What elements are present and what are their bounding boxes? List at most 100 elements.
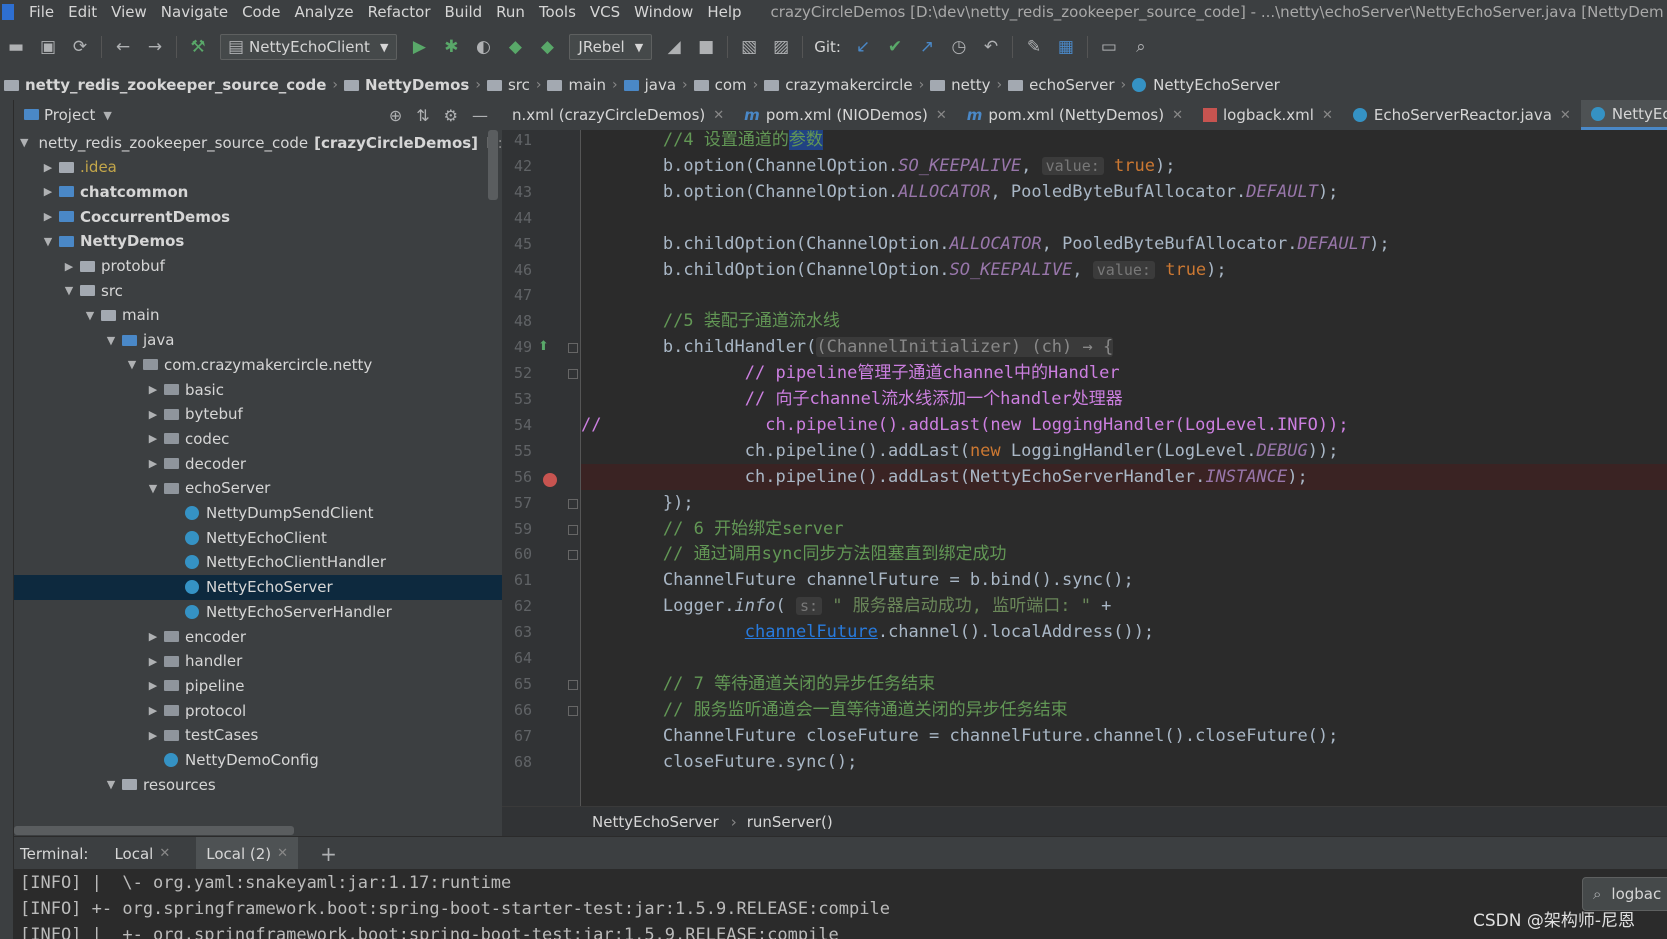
- tree-item[interactable]: ▼ resources: [14, 772, 502, 797]
- chevron-down-icon[interactable]: ▼: [83, 309, 97, 322]
- menu-view[interactable]: View: [104, 3, 154, 21]
- chevron-down-icon[interactable]: ▼: [41, 235, 55, 248]
- project-panel-title[interactable]: Project: [44, 106, 95, 124]
- close-icon[interactable]: ✕: [1560, 108, 1571, 123]
- code-line[interactable]: channelFuture.channel().localAddress());: [581, 619, 1667, 645]
- breadcrumb-item[interactable]: crazymakercircle: [760, 76, 916, 94]
- code-line[interactable]: [581, 645, 1667, 671]
- back-arrow-icon[interactable]: ←: [112, 36, 134, 58]
- forward-arrow-icon[interactable]: →: [144, 36, 166, 58]
- profiler-icon[interactable]: ▨: [770, 36, 792, 58]
- tree-horizontal-scrollbar[interactable]: [14, 826, 294, 835]
- editor-tab[interactable]: EchoServerReactor.java ✕: [1343, 100, 1581, 130]
- menu-code[interactable]: Code: [235, 3, 287, 21]
- close-icon[interactable]: ✕: [277, 846, 288, 861]
- code-line[interactable]: // 6 开始绑定server: [581, 516, 1667, 542]
- menu-file[interactable]: File: [22, 3, 61, 21]
- chevron-right-icon[interactable]: ▶: [146, 630, 160, 643]
- close-icon[interactable]: ✕: [936, 108, 947, 123]
- code-line[interactable]: Logger.info( s: " 服务器启动成功, 监听端口: " +: [581, 593, 1667, 619]
- build-hammer-icon[interactable]: ⚒: [187, 36, 209, 58]
- chevron-right-icon[interactable]: ▶: [146, 655, 160, 668]
- fold-marker-icon[interactable]: [568, 369, 578, 380]
- code-line[interactable]: [581, 205, 1667, 231]
- tree-item[interactable]: ▶NettyEchoClientHandler: [14, 550, 502, 575]
- coverage-icon[interactable]: ◐: [472, 36, 494, 58]
- tree-item[interactable]: ▼ java: [14, 328, 502, 353]
- locate-icon[interactable]: ⊕: [389, 106, 402, 125]
- menu-build[interactable]: Build: [438, 3, 490, 21]
- chevron-down-icon[interactable]: ▼: [104, 778, 118, 791]
- menu-edit[interactable]: Edit: [61, 3, 104, 21]
- breadcrumb-item[interactable]: NettyEchoServer: [1128, 76, 1284, 94]
- breadcrumb-method[interactable]: runServer(): [747, 813, 833, 831]
- close-icon[interactable]: ✕: [159, 846, 170, 861]
- jrebel-run-icon[interactable]: ◆: [504, 36, 526, 58]
- menu-vcs[interactable]: VCS: [583, 3, 627, 21]
- sync-icon[interactable]: ⟳: [69, 36, 91, 58]
- menu-tools[interactable]: Tools: [532, 3, 583, 21]
- stop-icon[interactable]: ■: [695, 36, 717, 58]
- chevron-right-icon[interactable]: ▶: [41, 161, 55, 174]
- tree-item[interactable]: ▶ protocol: [14, 698, 502, 723]
- code-line[interactable]: // ch.pipeline().addLast(new LoggingHand…: [581, 412, 1667, 438]
- breadcrumb-class[interactable]: NettyEchoServer: [592, 813, 719, 831]
- breadcrumb-item[interactable]: com: [690, 76, 751, 94]
- chevron-right-icon[interactable]: ▶: [41, 185, 55, 198]
- code-line[interactable]: closeFuture.sync();: [581, 749, 1667, 775]
- git-history-icon[interactable]: ◷: [948, 36, 970, 58]
- menu-window[interactable]: Window: [627, 3, 700, 21]
- search-icon[interactable]: ⌕: [1130, 36, 1152, 58]
- chevron-down-icon[interactable]: ▼: [20, 136, 28, 149]
- editor-tab[interactable]: logback.xml ✕: [1193, 100, 1343, 130]
- menu-refactor[interactable]: Refactor: [361, 3, 438, 21]
- tree-item[interactable]: ▼ main: [14, 303, 502, 328]
- breadcrumb-item[interactable]: netty: [926, 76, 994, 94]
- tree-item[interactable]: ▶NettyDumpSendClient: [14, 501, 502, 526]
- tree-item[interactable]: ▶ codec: [14, 426, 502, 451]
- code-line[interactable]: // pipeline管理子通道channel中的Handler: [581, 360, 1667, 386]
- tree-item[interactable]: ▶NettyEchoServerHandler: [14, 599, 502, 624]
- chevron-right-icon[interactable]: ▶: [41, 210, 55, 223]
- code-line[interactable]: // 服务监听通道会一直等待通道关闭的异步任务结束: [581, 697, 1667, 723]
- menu-analyze[interactable]: Analyze: [287, 3, 360, 21]
- git-update-icon[interactable]: ↙: [852, 36, 874, 58]
- terminal-output[interactable]: [INFO] | \- org.yaml:snakeyaml:jar:1.17:…: [14, 869, 1667, 939]
- tree-item[interactable]: ▶ testCases: [14, 723, 502, 748]
- debug-icon[interactable]: ✱: [440, 36, 462, 58]
- code-editor[interactable]: //4 设置通道的参数 b.option(ChannelOption.SO_KE…: [581, 130, 1667, 806]
- chevron-down-icon[interactable]: ▼: [103, 109, 111, 122]
- breadcrumb-item[interactable]: src: [483, 76, 534, 94]
- code-line[interactable]: ch.pipeline().addLast(new LoggingHandler…: [581, 438, 1667, 464]
- breadcrumb-item[interactable]: NettyDemos: [340, 76, 473, 94]
- fold-marker-icon[interactable]: [568, 550, 578, 561]
- menu-navigate[interactable]: Navigate: [154, 3, 235, 21]
- tree-item[interactable]: ▼ com.crazymakercircle.netty: [14, 352, 502, 377]
- tree-item[interactable]: ▼ src: [14, 278, 502, 303]
- tree-item[interactable]: ▶ CoccurrentDemos: [14, 204, 502, 229]
- implements-icon[interactable]: ⬆: [538, 339, 549, 354]
- chevron-right-icon[interactable]: ▶: [146, 679, 160, 692]
- fold-marker-icon[interactable]: [568, 343, 578, 354]
- git-rollback-icon[interactable]: ↶: [980, 36, 1002, 58]
- close-icon[interactable]: ✕: [1172, 108, 1183, 123]
- hide-icon[interactable]: —: [472, 106, 488, 125]
- collapse-all-icon[interactable]: ⇅: [416, 106, 429, 125]
- tree-item[interactable]: ▶ handler: [14, 649, 502, 674]
- code-line[interactable]: ChannelFuture closeFuture = channelFutur…: [581, 723, 1667, 749]
- tree-vertical-scrollbar[interactable]: [488, 130, 498, 200]
- tree-item[interactable]: ▶ .idea: [14, 155, 502, 180]
- jrebel-debug-icon[interactable]: ◆: [536, 36, 558, 58]
- run-icon[interactable]: ▶: [408, 36, 430, 58]
- tree-item[interactable]: ▶NettyDemoConfig: [14, 748, 502, 773]
- editor-tab[interactable]: NettyEchoS: [1580, 100, 1667, 130]
- tree-item[interactable]: ▶ protobuf: [14, 254, 502, 279]
- code-line[interactable]: // 通过调用sync同步方法阻塞直到绑定成功: [581, 541, 1667, 567]
- tree-item[interactable]: ▶NettyEchoServer: [14, 574, 502, 600]
- open-folder-icon[interactable]: ▬: [5, 36, 27, 58]
- jrebel-select[interactable]: JRebel ▼: [569, 34, 653, 60]
- close-icon[interactable]: ✕: [1322, 108, 1333, 123]
- git-push-icon[interactable]: ↗: [916, 36, 938, 58]
- editor-tab[interactable]: n.xml (crazyCircleDemos) ✕: [502, 100, 734, 130]
- chevron-down-icon[interactable]: ▼: [104, 334, 118, 347]
